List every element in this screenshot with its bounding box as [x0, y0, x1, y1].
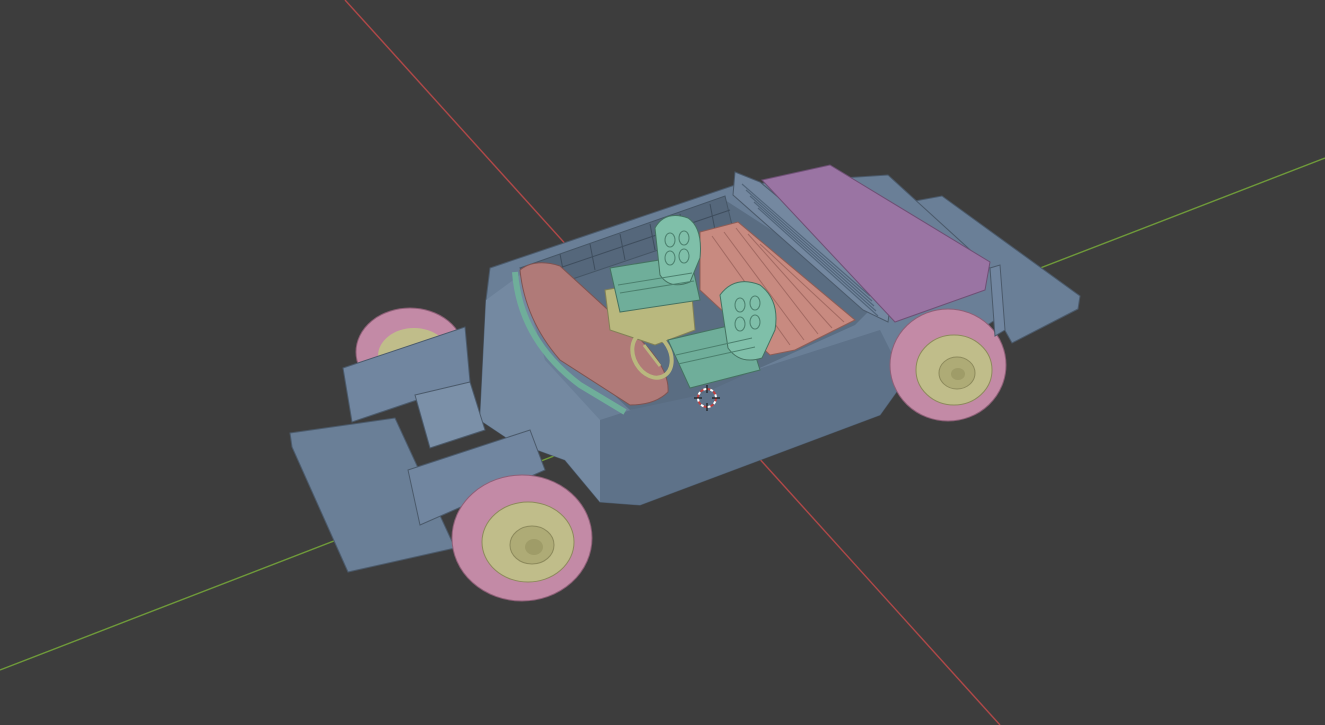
rear-right-wheel [889, 308, 1007, 422]
3d-viewport[interactable] [0, 0, 1325, 725]
viewport-canvas[interactable] [0, 0, 1325, 725]
front-right-wheel [451, 474, 593, 602]
